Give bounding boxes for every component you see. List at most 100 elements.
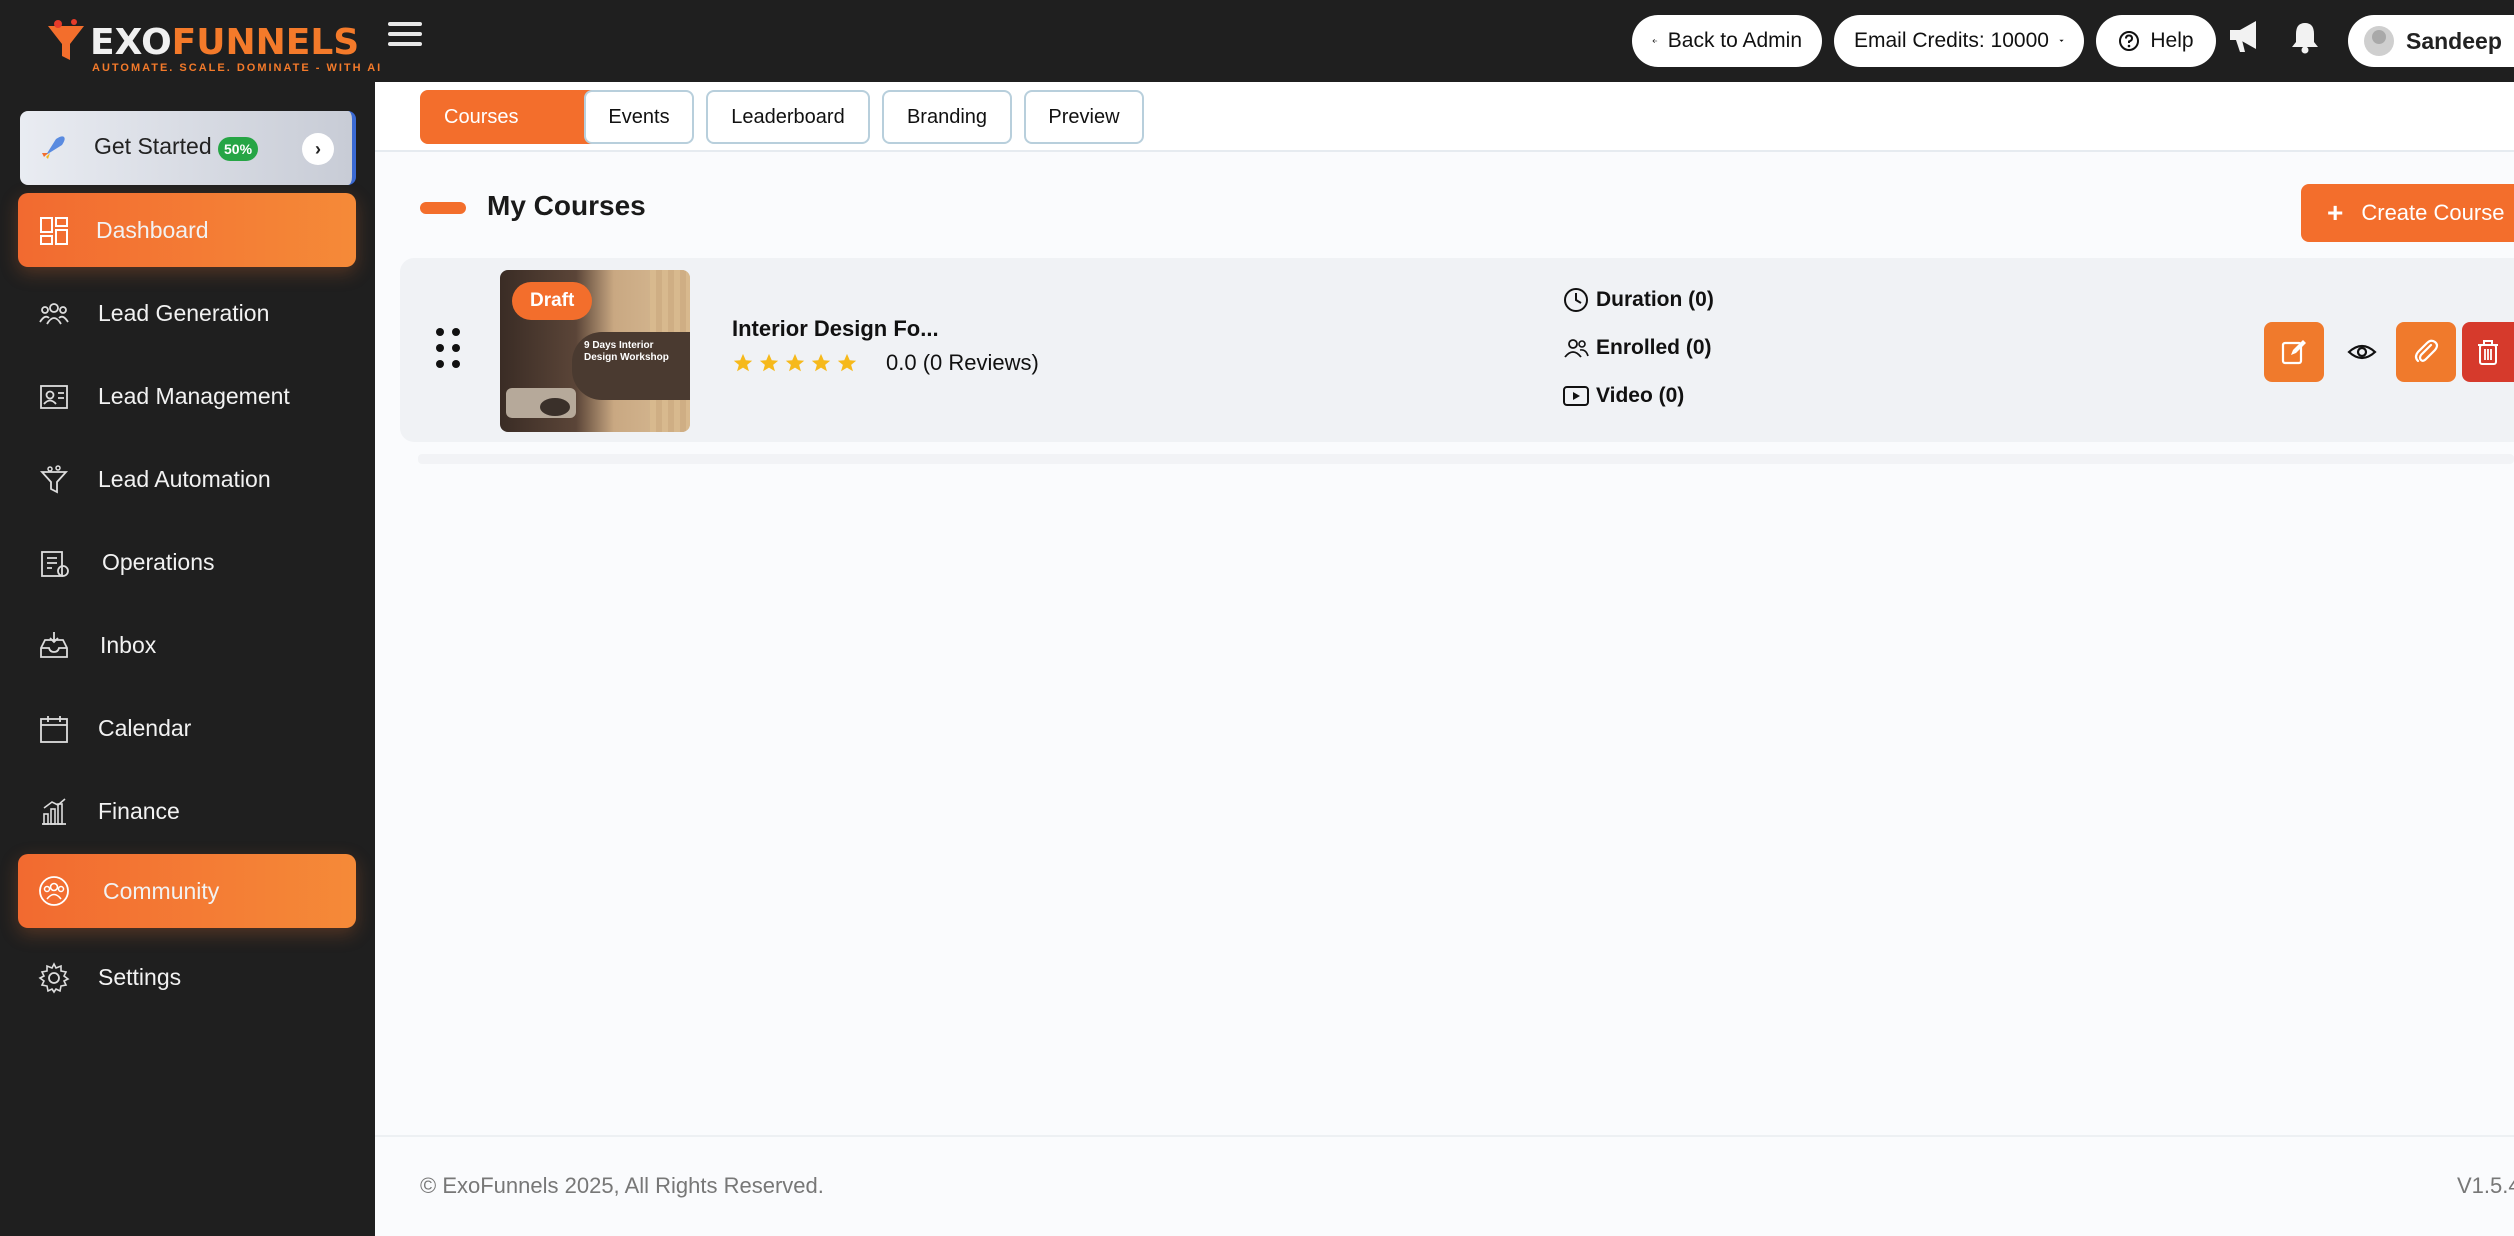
brand-name: EXOFUNNELS — [90, 22, 359, 63]
course-video: Video (0) — [1562, 382, 1684, 410]
menu-toggle-icon[interactable] — [388, 22, 422, 50]
title-accent-bar — [420, 202, 466, 214]
course-enrolled: Enrolled (0) — [1562, 334, 1712, 362]
arrow-left-icon — [1652, 38, 1658, 44]
star-icon — [733, 353, 753, 372]
thumbnail-title: 9 Days Interior Design Workshop — [584, 340, 669, 363]
attach-button[interactable] — [2396, 322, 2456, 382]
tab-preview[interactable]: Preview — [1024, 90, 1144, 144]
megaphone-icon[interactable] — [2226, 18, 2264, 54]
thumbnail-table — [540, 398, 570, 416]
eye-icon — [2347, 344, 2377, 360]
brand-second: FUNNELS — [171, 22, 360, 63]
contact-card-icon — [40, 385, 68, 409]
top-bar: EXOFUNNELS AUTOMATE. SCALE. DOMINATE - W… — [0, 0, 2514, 82]
sidebar: Get Started 50% › Dashboard Lead Generat… — [0, 82, 375, 1236]
sidebar-item-label: Lead Management — [98, 383, 290, 409]
tab-events[interactable]: Events — [584, 90, 694, 144]
email-credits-dropdown[interactable]: Email Credits: 10000 — [1834, 15, 2084, 67]
edit-course-button[interactable] — [2264, 322, 2324, 382]
inbox-icon — [40, 632, 68, 658]
get-started-card[interactable]: Get Started 50% › — [20, 111, 356, 185]
help-button[interactable]: Help — [2096, 15, 2216, 67]
clipboard-icon — [41, 551, 69, 577]
course-thumbnail[interactable]: 9 Days Interior Design Workshop Draft — [500, 270, 690, 432]
users-icon — [39, 303, 69, 325]
view-course-button[interactable] — [2332, 322, 2392, 382]
sidebar-item-label: Calendar — [98, 715, 192, 741]
tab-branding[interactable]: Branding — [882, 90, 1012, 144]
status-badge: Draft — [512, 282, 593, 320]
sidebar-item-lead-generation[interactable]: Lead Generation — [18, 276, 356, 350]
video-play-icon — [1563, 386, 1589, 406]
page-header: My Courses + Create Course — [375, 184, 2514, 244]
version-label: V1.5.4 — [2457, 1173, 2514, 1198]
drag-handle-icon[interactable] — [436, 328, 462, 370]
delete-course-button[interactable] — [2462, 322, 2514, 382]
caret-down-icon — [2059, 39, 2064, 42]
sidebar-item-settings[interactable]: Settings — [18, 940, 356, 1014]
course-list: 9 Days Interior Design Workshop Draft In… — [400, 258, 2514, 464]
calendar-icon — [40, 716, 68, 743]
list-divider — [418, 454, 2514, 464]
footer: © ExoFunnels 2025, All Rights Reserved. … — [375, 1135, 2514, 1236]
sidebar-item-lead-management[interactable]: Lead Management — [18, 359, 356, 433]
edit-icon — [2281, 340, 2306, 365]
sidebar-item-label: Lead Generation — [98, 300, 270, 326]
star-icon — [785, 353, 805, 372]
course-row[interactable]: 9 Days Interior Design Workshop Draft In… — [400, 258, 2514, 442]
tab-bar: Courses Events Leaderboard Branding Prev… — [375, 82, 2514, 152]
notification-bell-icon[interactable] — [2290, 20, 2320, 54]
progress-badge: 50% — [218, 137, 259, 161]
user-name: Sandeep — [2406, 27, 2502, 54]
copyright-text: © ExoFunnels 2025, All Rights Reserved. — [420, 1173, 824, 1198]
sidebar-item-label: Dashboard — [96, 217, 209, 243]
sidebar-item-label: Inbox — [100, 632, 157, 658]
sidebar-item-label: Community — [103, 878, 220, 904]
video-label: Video (0) — [1596, 384, 1685, 407]
sidebar-item-calendar[interactable]: Calendar — [18, 691, 356, 765]
sidebar-item-dashboard[interactable]: Dashboard — [18, 193, 356, 267]
sidebar-item-label: Operations — [102, 549, 215, 575]
paperclip-icon — [2414, 339, 2439, 363]
create-course-label: Create Course — [2361, 200, 2505, 225]
help-label: Help — [2150, 29, 2194, 52]
star-icon — [759, 353, 779, 372]
sidebar-item-community[interactable]: Community — [18, 854, 356, 928]
funnel-icon — [39, 465, 69, 494]
sidebar-item-inbox[interactable]: Inbox — [18, 608, 356, 682]
page-title: My Courses — [487, 190, 646, 221]
sidebar-item-finance[interactable]: Finance — [18, 774, 356, 848]
back-to-admin-button[interactable]: Back to Admin — [1632, 15, 1822, 67]
plus-icon: + — [2327, 197, 2344, 228]
course-duration: Duration (0) — [1562, 286, 1714, 314]
tab-leaderboard[interactable]: Leaderboard — [706, 90, 870, 144]
sidebar-item-lead-automation[interactable]: Lead Automation — [18, 442, 356, 516]
star-icon — [811, 353, 831, 372]
enrolled-label: Enrolled (0) — [1596, 336, 1712, 359]
gear-icon — [38, 962, 70, 994]
get-started-label: Get Started — [94, 133, 212, 159]
duration-label: Duration (0) — [1596, 288, 1714, 311]
sidebar-item-operations[interactable]: Operations — [18, 525, 356, 599]
user-menu[interactable]: Sandeep — [2348, 15, 2514, 67]
star-icon — [837, 353, 857, 372]
app-logo[interactable]: EXOFUNNELS AUTOMATE. SCALE. DOMINATE - W… — [44, 16, 380, 74]
sidebar-item-label: Settings — [98, 964, 182, 990]
question-circle-icon — [2119, 31, 2140, 51]
course-title[interactable]: Interior Design Fo... — [732, 316, 939, 342]
create-course-button[interactable]: + Create Course — [2301, 184, 2514, 242]
funnel-logo-icon — [48, 19, 84, 60]
dashboard-icon — [40, 217, 68, 245]
chevron-right-icon[interactable]: › — [302, 133, 334, 165]
clock-icon — [1564, 288, 1588, 312]
users-icon — [1564, 339, 1589, 358]
main-content: Courses Events Leaderboard Branding Prev… — [375, 82, 2514, 1236]
trash-icon — [2478, 340, 2498, 365]
sidebar-item-label: Finance — [98, 798, 180, 824]
email-credits-label: Email Credits: 10000 — [1854, 29, 2049, 52]
rating-text: 0.0 (0 Reviews) — [886, 350, 1039, 375]
avatar — [2364, 26, 2394, 56]
sidebar-item-label: Lead Automation — [98, 466, 271, 492]
back-to-admin-label: Back to Admin — [1667, 29, 1802, 52]
